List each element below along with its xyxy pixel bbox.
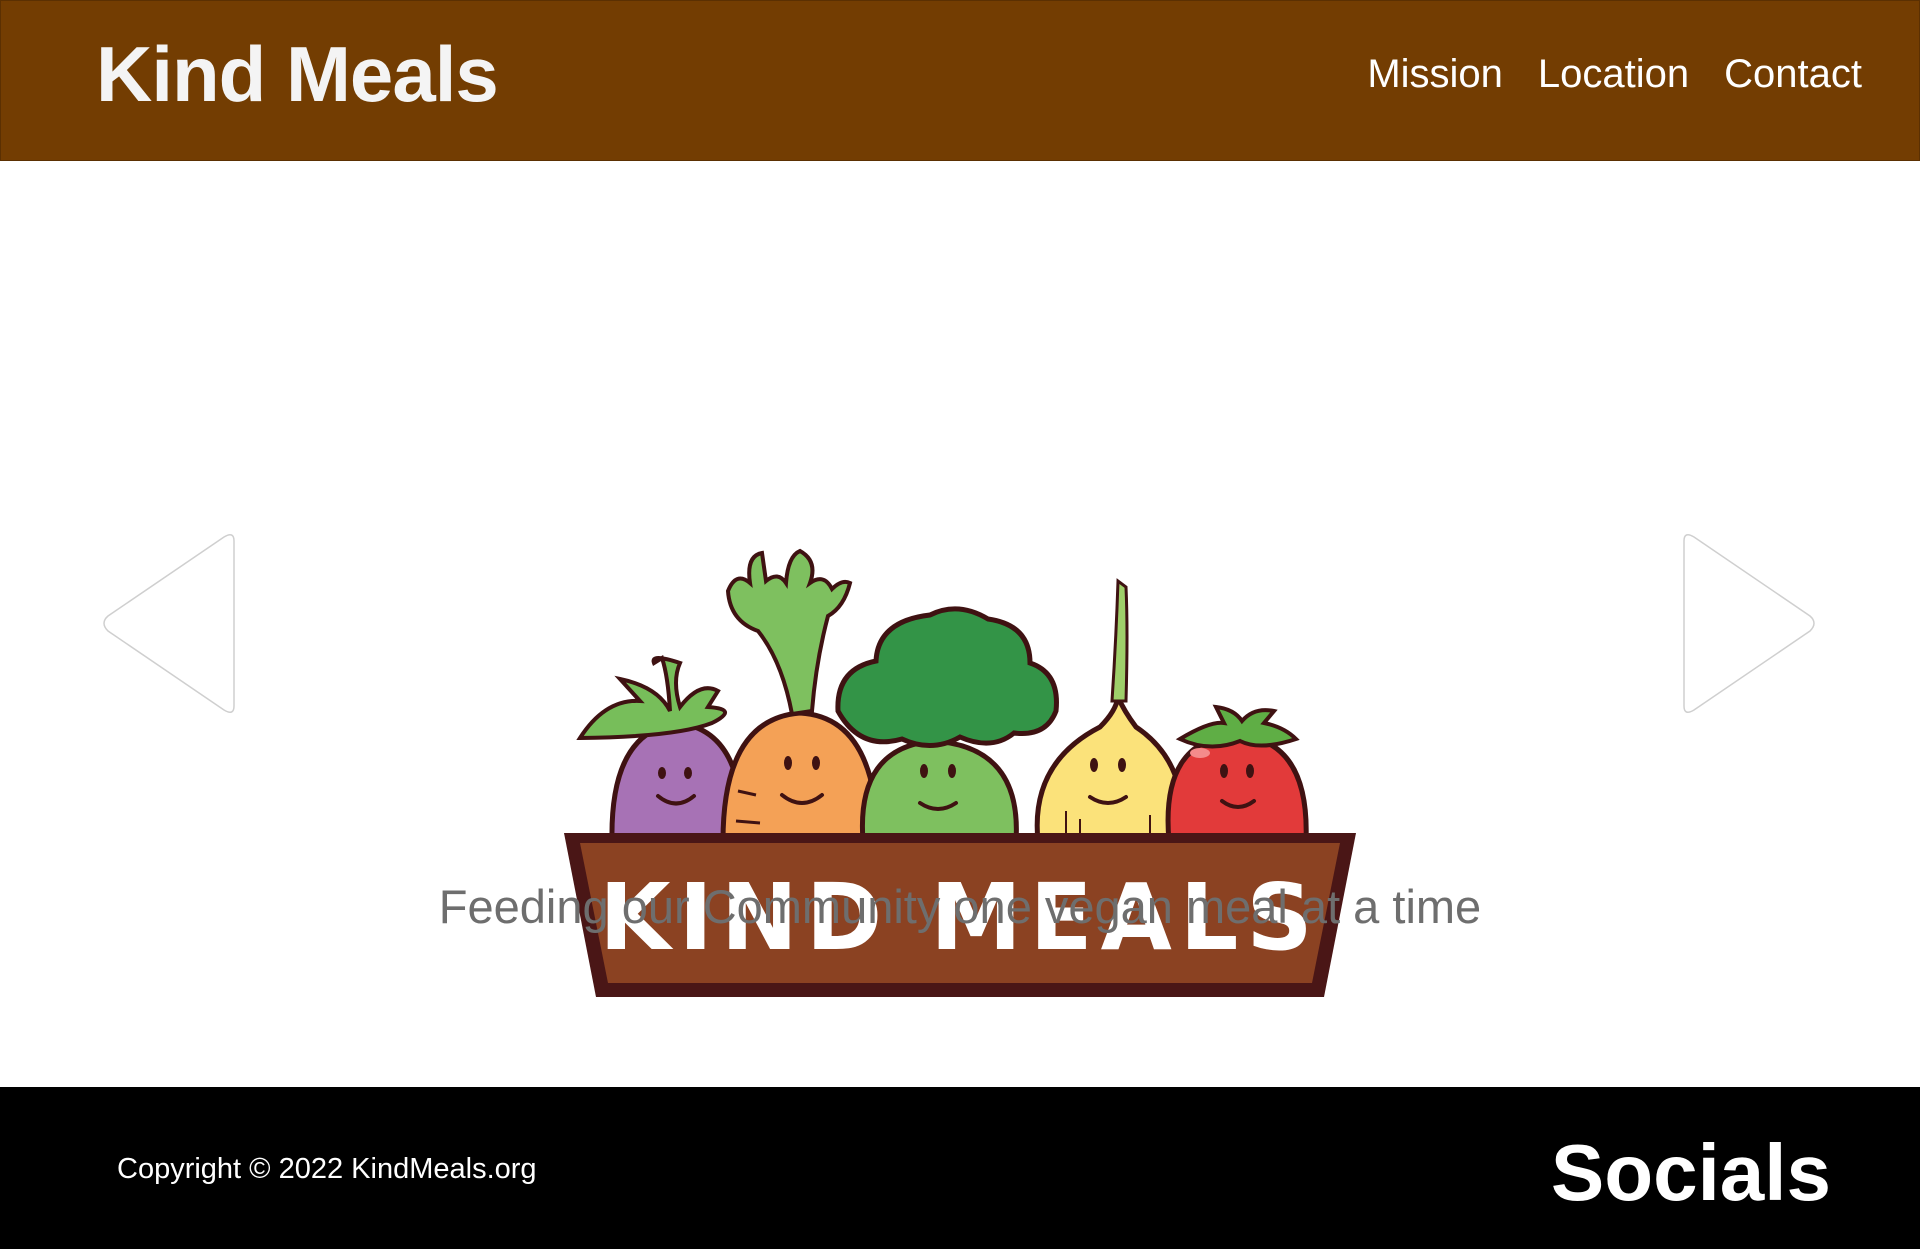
- nav-link-location[interactable]: Location: [1538, 54, 1689, 94]
- nav-link-contact[interactable]: Contact: [1724, 54, 1862, 94]
- carousel-prev-button[interactable]: [100, 531, 240, 716]
- site-header: Kind Meals Mission Location Contact: [0, 0, 1920, 161]
- onion-character: [1034, 578, 1186, 844]
- site-footer: Copyright © 2022 KindMeals.org Socials: [0, 1087, 1920, 1249]
- main-nav: Mission Location Contact: [1367, 54, 1862, 94]
- socials-link[interactable]: Socials: [1551, 1133, 1831, 1213]
- triangle-right-icon: [1683, 534, 1815, 713]
- tomato-character: [1165, 704, 1309, 844]
- carousel-next-button[interactable]: [1678, 531, 1818, 716]
- hero-tagline: Feeding our Community one vegan meal at …: [438, 880, 1482, 933]
- hero-carousel: KIND MEALS Feeding our Community one veg…: [0, 161, 1920, 1087]
- triangle-left-icon: [103, 534, 235, 713]
- site-brand[interactable]: Kind Meals: [96, 35, 499, 113]
- eggplant-character: [576, 654, 745, 844]
- copyright-text: Copyright © 2022 KindMeals.org: [117, 1153, 537, 1185]
- nav-link-mission[interactable]: Mission: [1367, 54, 1503, 94]
- broccoli-character: [835, 606, 1059, 844]
